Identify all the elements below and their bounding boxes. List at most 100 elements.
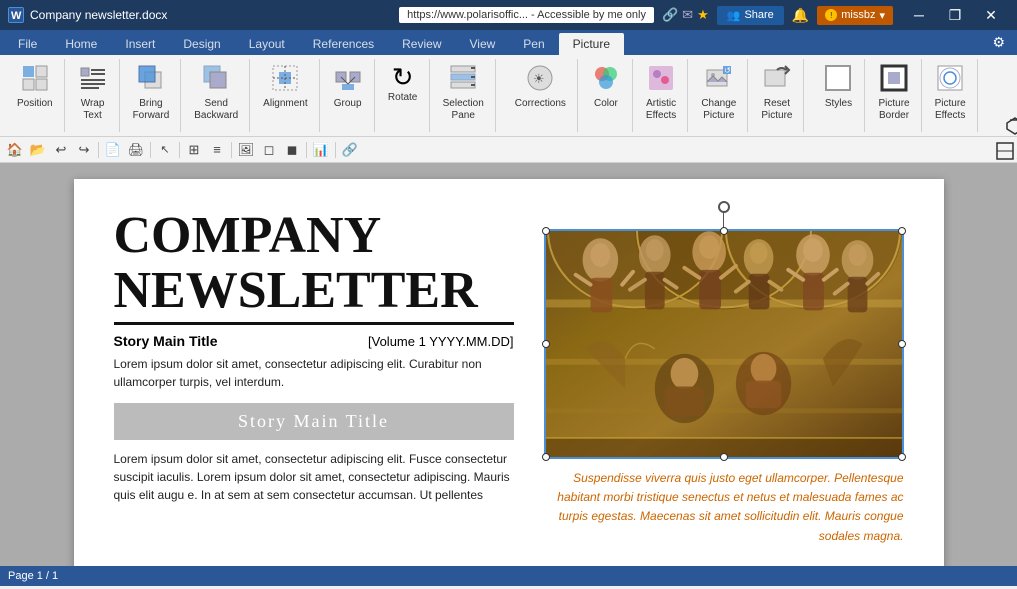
resize-handle-mr[interactable] xyxy=(898,340,906,348)
corrections-button[interactable]: ☀ Corrections xyxy=(510,61,571,125)
send-backward-button[interactable]: SendBackward xyxy=(189,61,243,125)
send-backward-label: SendBackward xyxy=(194,98,238,122)
tab-picture[interactable]: Picture xyxy=(559,33,624,55)
page-count: Page 1 / 1 xyxy=(8,570,58,582)
selected-image[interactable] xyxy=(544,229,904,459)
shape-button[interactable]: ◻ xyxy=(258,140,280,160)
wrap-text-label: WrapText xyxy=(81,98,105,122)
ribbon-group-position: Position xyxy=(6,59,65,132)
corrections-icon: ☀ xyxy=(526,64,554,96)
share-icon: 👥 xyxy=(727,9,741,22)
tab-file[interactable]: File xyxy=(4,33,51,55)
cursor-tool-button[interactable]: ↖ xyxy=(154,140,176,160)
newsletter-title: COMPANY NEWSLETTER xyxy=(114,209,514,325)
table-button[interactable]: ⊞ xyxy=(183,140,205,160)
restore-button[interactable]: ❐ xyxy=(937,0,973,30)
shape2-button[interactable]: ◼ xyxy=(281,140,303,160)
position-button[interactable]: Position xyxy=(12,61,58,125)
bring-forward-icon xyxy=(137,64,165,96)
ribbon-group-send: SendBackward xyxy=(183,59,250,132)
home-toolbar-button[interactable]: 🏠 xyxy=(4,140,26,160)
warning-icon: ! xyxy=(825,9,837,21)
tab-insert[interactable]: Insert xyxy=(111,33,169,55)
ribbon-group-styles: Styles xyxy=(812,59,865,132)
ribbon: Position WrapText BringForward SendBackw… xyxy=(0,55,1017,137)
ribbon-group-picture-effects: PictureEffects xyxy=(924,59,978,132)
rotate-handle[interactable] xyxy=(718,201,730,213)
change-picture-button[interactable]: ↺ ChangePicture xyxy=(696,61,741,125)
resize-handle-tm[interactable] xyxy=(720,227,728,235)
picture-border-button[interactable]: PictureBorder xyxy=(873,61,914,125)
tab-references[interactable]: References xyxy=(299,33,388,55)
picture-effects-button[interactable]: PictureEffects xyxy=(930,61,971,125)
ribbon-group-color: Color xyxy=(580,59,633,132)
toolbar-separator xyxy=(98,142,99,158)
tab-layout[interactable]: Layout xyxy=(235,33,299,55)
user-menu-button[interactable]: ! missbz ▾ xyxy=(817,6,893,25)
reset-picture-icon xyxy=(763,64,791,96)
document-left-column: COMPANY NEWSLETTER Story Main Title [Vol… xyxy=(114,209,534,566)
settings-button[interactable]: ⚙ xyxy=(984,30,1013,55)
position-label: Position xyxy=(17,98,53,110)
resize-handle-ml[interactable] xyxy=(542,340,550,348)
notifications-button[interactable]: 🔔 xyxy=(784,7,817,24)
bring-forward-button[interactable]: BringForward xyxy=(128,61,175,125)
app-icon: W xyxy=(8,7,24,23)
wrap-text-button[interactable]: WrapText xyxy=(73,61,113,125)
styles-button[interactable]: Styles xyxy=(818,61,858,125)
redo-button[interactable]: ↪ xyxy=(73,140,95,160)
image-button[interactable]: 🖼 xyxy=(235,140,257,160)
resize-handle-tr[interactable] xyxy=(898,227,906,235)
resize-handle-tl[interactable] xyxy=(542,227,550,235)
document-page: COMPANY NEWSLETTER Story Main Title [Vol… xyxy=(74,179,944,566)
open-file-button[interactable]: 📂 xyxy=(27,140,49,160)
story-body-1: Lorem ipsum dolor sit amet, consectetur … xyxy=(114,355,514,391)
ribbon-group-reset: ResetPicture xyxy=(750,59,804,132)
document-area: COMPANY NEWSLETTER Story Main Title [Vol… xyxy=(0,163,1017,566)
svg-text:↺: ↺ xyxy=(724,66,731,75)
reset-picture-button[interactable]: ResetPicture xyxy=(756,61,797,125)
tab-view[interactable]: View xyxy=(456,33,510,55)
position-icon xyxy=(21,64,49,96)
tab-home[interactable]: Home xyxy=(51,33,111,55)
picture-border-label: PictureBorder xyxy=(878,98,909,122)
share-button[interactable]: 👥 Share xyxy=(717,6,784,25)
story-body-2: Lorem ipsum dolor sit amet, consectetur … xyxy=(114,450,514,504)
resize-handle-br[interactable] xyxy=(898,453,906,461)
link-icon: 🔗 xyxy=(662,7,678,23)
url-bar[interactable]: https://www.polarisoffic... - Accessible… xyxy=(399,7,654,23)
chevron-down-icon: ▾ xyxy=(879,9,885,22)
alignment-button[interactable]: Alignment xyxy=(258,61,312,125)
document-title: Company newsletter.docx xyxy=(30,8,391,22)
minimize-button[interactable]: ─ xyxy=(901,0,937,30)
tab-review[interactable]: Review xyxy=(388,33,455,55)
new-document-button[interactable]: 📄 xyxy=(102,140,124,160)
link-toolbar-button[interactable]: 🔗 xyxy=(339,140,361,160)
close-button[interactable]: ✕ xyxy=(973,0,1009,30)
artistic-effects-button[interactable]: ArtisticEffects xyxy=(641,61,681,125)
tab-pen[interactable]: Pen xyxy=(509,33,558,55)
color-button[interactable]: Color xyxy=(586,61,626,125)
toolbar-separator-5 xyxy=(306,142,307,158)
tab-design[interactable]: Design xyxy=(169,33,234,55)
rotate-button[interactable]: ↻ Rotate xyxy=(383,61,423,125)
story-volume: [Volume 1 YYYY.MM.DD] xyxy=(368,334,513,349)
quick-access-toolbar: 🏠 📂 ↩ ↪ 📄 🖨 ↖ ⊞ ≡ 🖼 ◻ ◼ 📊 🔗 xyxy=(0,137,1017,163)
svg-text:W: W xyxy=(11,10,22,22)
cut-by-aspect-ratio-button[interactable]: Cut ByAspect Ratio xyxy=(992,139,1017,165)
undo-button[interactable]: ↩ xyxy=(50,140,72,160)
resize-handle-bm[interactable] xyxy=(720,453,728,461)
ribbon-group-group: Group xyxy=(322,59,375,132)
tab-bar: File Home Insert Design Layout Reference… xyxy=(0,30,1017,55)
resize-handle-bl[interactable] xyxy=(542,453,550,461)
crop-button[interactable]: Crop xyxy=(1012,61,1017,113)
window-controls: ─ ❐ ✕ xyxy=(901,0,1009,30)
chart-button[interactable]: 📊 xyxy=(310,140,332,160)
list-button[interactable]: ≡ xyxy=(206,140,228,160)
crop-to-shape-button[interactable]: Crop toShape xyxy=(1002,113,1017,139)
selection-pane-button[interactable]: SelectionPane xyxy=(438,61,489,125)
ribbon-group-wrap: WrapText xyxy=(67,59,120,132)
alignment-label: Alignment xyxy=(263,98,307,110)
print-button[interactable]: 🖨 xyxy=(125,140,147,160)
group-button[interactable]: Group xyxy=(328,61,368,125)
